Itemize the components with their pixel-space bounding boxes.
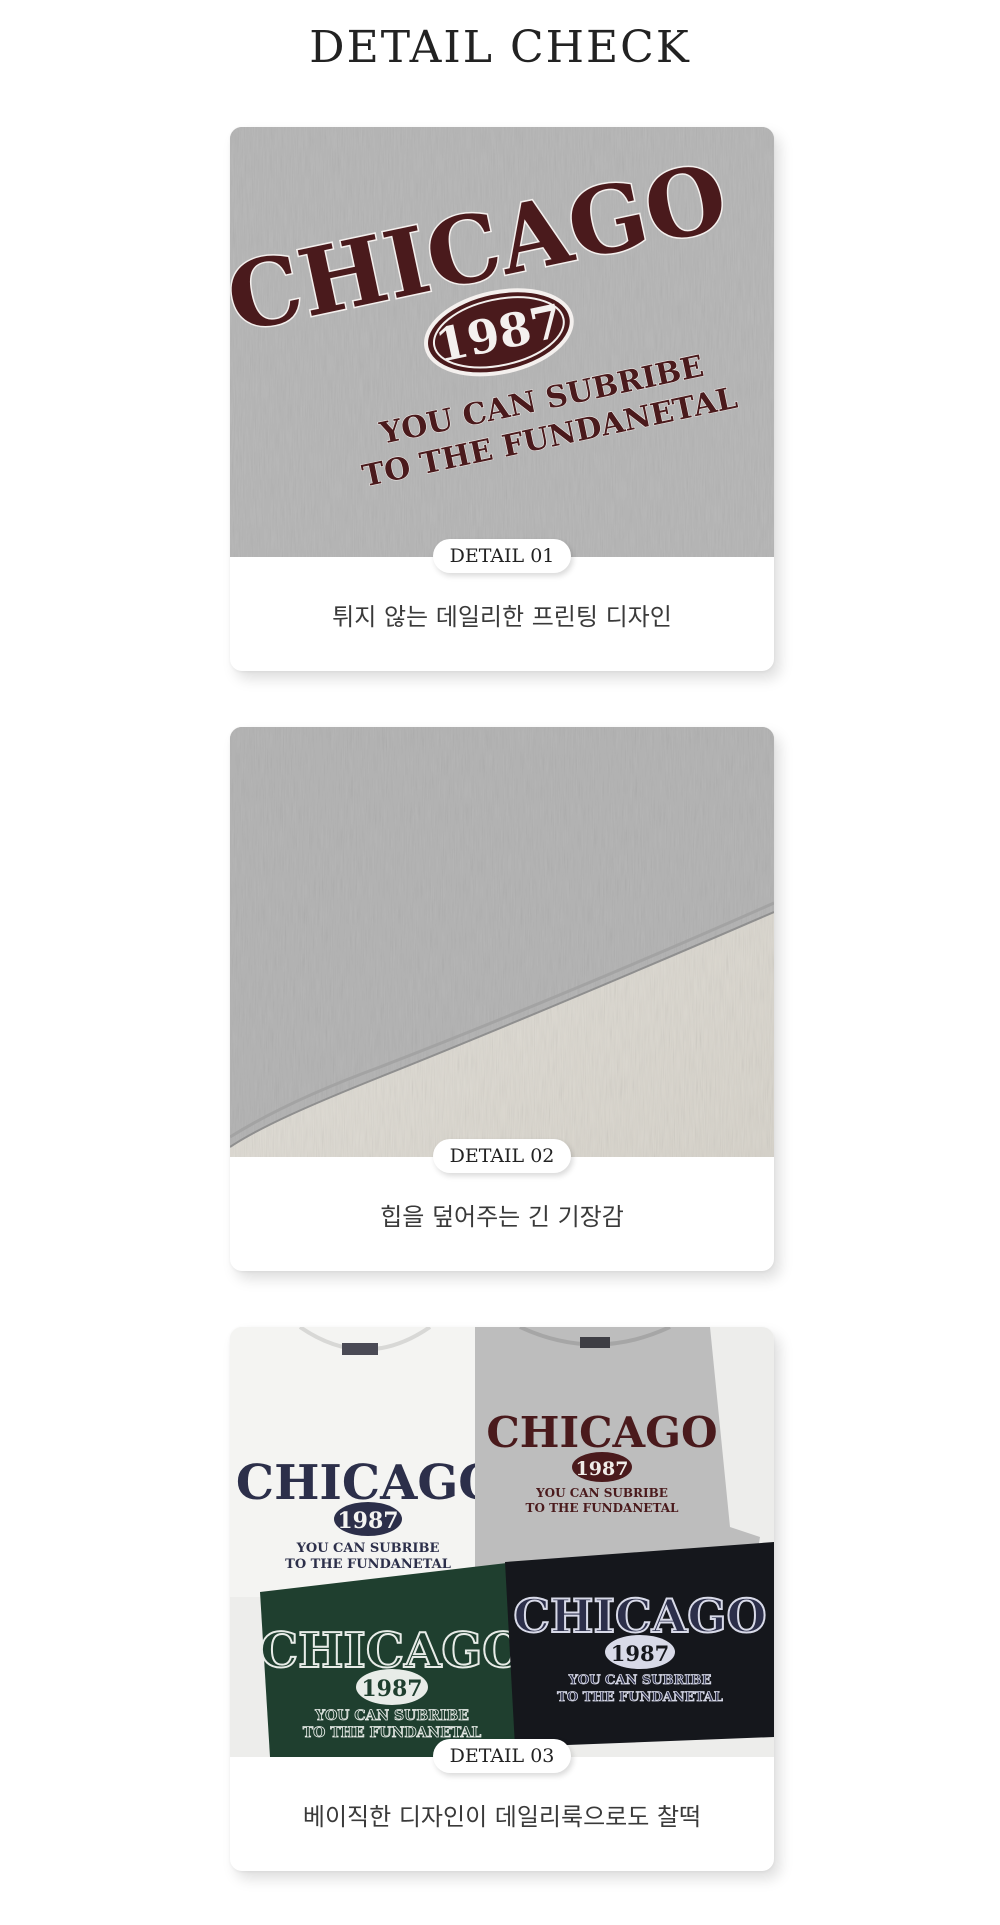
black-print-line-2: TO THE FUNDANETAL — [557, 1690, 723, 1705]
gray-print-line-1: YOU CAN SUBRIBE — [535, 1486, 668, 1500]
gray-print-year: 1987 — [576, 1458, 629, 1480]
detail-caption-01: 튀지 않는 데일리한 프린팅 디자인 — [332, 603, 672, 631]
detail-badge-02: DETAIL 02 — [433, 1139, 571, 1173]
detail-card-02: DETAIL 02 힙을 덮어주는 긴 기장감 — [230, 727, 774, 1271]
black-tshirt: CHICAGO 1987 YOU CAN SUBRIBE TO THE FUND… — [505, 1542, 774, 1747]
detail-badge-03: DETAIL 03 — [433, 1739, 571, 1773]
detail-photo-02 — [230, 727, 774, 1157]
detail-caption-02: 힙을 덮어주는 긴 기장감 — [380, 1203, 624, 1231]
white-print-line-2: TO THE FUNDANETAL — [285, 1557, 451, 1572]
green-print-line-1: YOU CAN SUBRIBE — [314, 1708, 469, 1724]
black-print-year: 1987 — [611, 1641, 669, 1666]
black-print-headline: CHICAGO — [513, 1589, 766, 1643]
gray-print-headline: CHICAGO — [486, 1408, 717, 1457]
white-print-line-1: YOU CAN SUBRIBE — [296, 1541, 440, 1556]
gray-print-line-2: TO THE FUNDANETAL — [526, 1501, 680, 1515]
detail-card-01: CHICAGO 1987 YOU CAN SUBRIBE TO THE FUND… — [230, 127, 774, 671]
detail-photo-01: CHICAGO 1987 YOU CAN SUBRIBE TO THE FUND… — [230, 127, 774, 557]
detail-photo-03: CHICAGO 1987 YOU CAN SUBRIBE TO THE FUND… — [230, 1327, 774, 1757]
white-tshirt: CHICAGO 1987 YOU CAN SUBRIBE TO THE FUND… — [230, 1327, 500, 1597]
white-print-year: 1987 — [337, 1508, 398, 1534]
detail-card-03: CHICAGO 1987 YOU CAN SUBRIBE TO THE FUND… — [230, 1327, 774, 1871]
green-print-year: 1987 — [361, 1676, 422, 1702]
page-title: DETAIL CHECK — [309, 22, 691, 73]
detail-badge-01: DETAIL 01 — [433, 539, 571, 573]
green-tshirt: CHICAGO 1987 YOU CAN SUBRIBE TO THE FUND… — [259, 1562, 525, 1757]
detail-caption-03: 베이직한 디자인이 데일리룩으로도 찰떡 — [302, 1803, 702, 1831]
black-print-line-1: YOU CAN SUBRIBE — [568, 1673, 712, 1688]
